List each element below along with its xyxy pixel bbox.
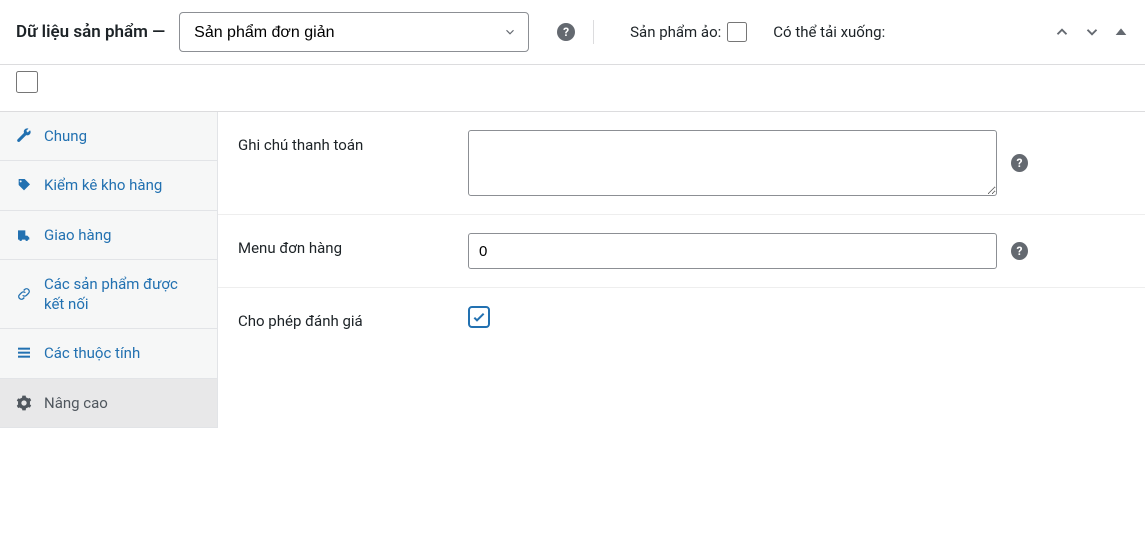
- tab-shipping[interactable]: Giao hàng: [0, 211, 217, 260]
- link-icon: [16, 286, 34, 302]
- tab-general[interactable]: Chung: [0, 112, 217, 161]
- check-icon: [471, 309, 487, 325]
- panel-body: Chung Kiểm kê kho hàng Giao hàng Các sản…: [0, 112, 1145, 428]
- truck-icon: [16, 227, 34, 243]
- menu-order-row: Menu đơn hàng ?: [218, 215, 1145, 288]
- wrench-icon: [16, 128, 34, 144]
- tab-inventory[interactable]: Kiểm kê kho hàng: [0, 161, 217, 210]
- reviews-label: Cho phép đánh giá: [238, 306, 448, 330]
- menu-order-input[interactable]: [468, 233, 997, 269]
- tab-attributes[interactable]: Các thuộc tính: [0, 329, 217, 378]
- list-icon: [16, 345, 34, 361]
- panel-toggle-icon[interactable]: [1113, 23, 1129, 41]
- reviews-row: Cho phép đánh giá: [218, 288, 1145, 348]
- tab-content-advanced: Ghi chú thanh toán ? Menu đơn hàng ? Cho…: [218, 112, 1145, 428]
- panel-move-down-icon[interactable]: [1083, 23, 1101, 41]
- reviews-checkbox[interactable]: [468, 306, 490, 328]
- virtual-option: Sản phẩm ảo:: [630, 22, 747, 42]
- downloadable-label: Có thể tải xuống:: [773, 23, 885, 41]
- product-data-tabs: Chung Kiểm kê kho hàng Giao hàng Các sản…: [0, 112, 218, 428]
- purchase-note-row: Ghi chú thanh toán ?: [218, 112, 1145, 215]
- tab-advanced[interactable]: Nâng cao: [0, 379, 217, 428]
- purchase-note-label: Ghi chú thanh toán: [238, 130, 448, 154]
- panel-controls: [1053, 23, 1129, 41]
- tab-linked-products[interactable]: Các sản phẩm được kết nối: [0, 260, 217, 330]
- virtual-checkbox[interactable]: [727, 22, 747, 42]
- downloadable-option: Có thể tải xuống:: [773, 23, 885, 41]
- menu-order-label: Menu đơn hàng: [238, 233, 448, 257]
- product-type-select-wrap: Sản phẩm đơn giản: [179, 12, 529, 52]
- panel-header: Dữ liệu sản phẩm — Sản phẩm đơn giản ? S…: [0, 0, 1145, 65]
- purchase-note-textarea[interactable]: [468, 130, 997, 196]
- gear-icon: [16, 395, 34, 411]
- divider: [593, 20, 594, 44]
- help-icon[interactable]: ?: [1011, 154, 1028, 172]
- virtual-label: Sản phẩm ảo:: [630, 23, 721, 41]
- downloadable-row: [0, 65, 1145, 112]
- panel-move-up-icon[interactable]: [1053, 23, 1071, 41]
- help-icon[interactable]: ?: [557, 23, 575, 41]
- product-type-select[interactable]: Sản phẩm đơn giản: [179, 12, 529, 52]
- help-icon[interactable]: ?: [1011, 242, 1028, 260]
- panel-title: Dữ liệu sản phẩm —: [16, 22, 165, 42]
- tag-icon: [16, 177, 34, 193]
- downloadable-checkbox[interactable]: [16, 71, 38, 93]
